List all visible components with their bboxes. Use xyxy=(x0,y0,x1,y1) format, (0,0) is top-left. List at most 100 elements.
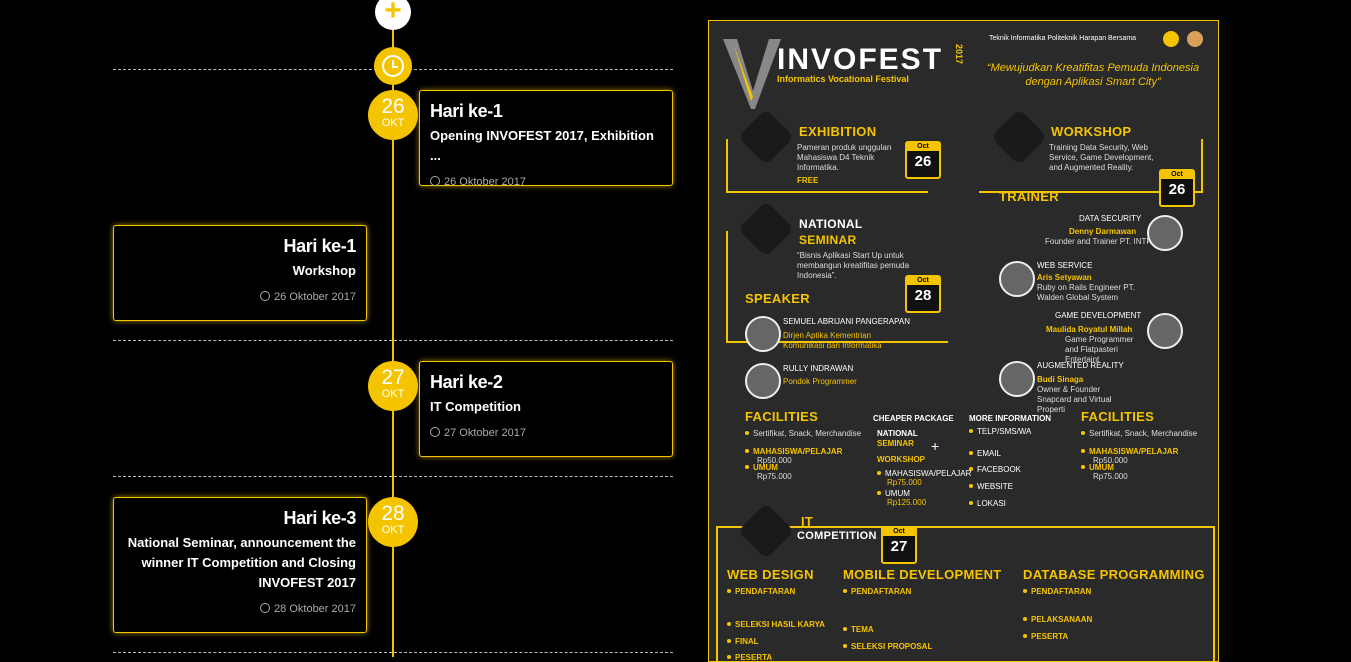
competition-item: PESERTA xyxy=(1023,632,1068,642)
facility-price: Rp75.000 xyxy=(1093,472,1128,481)
trainer-role: Ruby on Rails Engineer PT. Walden Global… xyxy=(1037,283,1135,302)
date-day: 27 xyxy=(381,366,405,389)
speaker-avatar xyxy=(745,316,781,352)
plus-icon[interactable]: + xyxy=(375,0,411,30)
it-title-2: COMPETITION xyxy=(797,530,877,542)
workshop-text: Training Data Security, Web Service, Gam… xyxy=(1049,143,1154,172)
facility-item: Sertifikat, Snack, Merchandise xyxy=(1081,429,1197,439)
seminar-title-1: NATIONAL xyxy=(799,217,863,231)
facility-price: Rp75.000 xyxy=(757,472,792,481)
divider xyxy=(113,340,673,341)
competition-title: DATABASE PROGRAMMING xyxy=(1023,567,1205,582)
speaker-avatar xyxy=(745,363,781,399)
package-plus: + xyxy=(931,438,940,454)
trainer-name: Denny Darmawan xyxy=(1069,227,1137,236)
it-title-1: IT xyxy=(801,514,814,529)
trainer-role: Founder and Trainer PT. INTRA xyxy=(1045,237,1158,246)
date-month: OKT xyxy=(381,388,405,400)
trainer-avatar xyxy=(1147,215,1183,251)
package-line: NATIONAL xyxy=(877,429,918,438)
trainer-topic: GAME DEVELOPMENT xyxy=(1055,311,1142,320)
package-price: Rp75.000 xyxy=(887,478,922,487)
date-month: OKT xyxy=(381,524,405,536)
info-title: MORE INFORMATION xyxy=(969,414,1052,423)
trainer-name: Aris Setyawan xyxy=(1037,273,1092,282)
card-date: 27 Oktober 2017 xyxy=(430,427,662,439)
info-item: LOKASI xyxy=(969,499,1006,509)
date-day: 26 xyxy=(381,95,405,118)
divider xyxy=(113,476,673,477)
trainer-avatar xyxy=(1147,313,1183,349)
card-date: 26 Oktober 2017 xyxy=(124,291,356,303)
card-title: Hari ke-1 xyxy=(283,236,357,256)
info-item: TELP/SMS/WA xyxy=(969,427,1031,437)
trainer-topic: AUGMENTED REALITY xyxy=(1037,361,1124,370)
exhibition-text: Pameran produk unggulan Mahasiswa D4 Tek… xyxy=(797,143,892,172)
package-title: CHEAPER PACKAGE xyxy=(873,414,954,423)
clock-icon xyxy=(374,47,412,85)
logo-title: INVOFEST xyxy=(777,43,944,76)
card-title: Hari ke-3 xyxy=(283,508,357,528)
competition-item: SELEKSI HASIL KARYA xyxy=(727,620,825,630)
card-title: Hari ke-2 xyxy=(430,372,503,392)
date-badge: 28 OKT xyxy=(368,497,418,547)
calendar-icon: Oct 27 xyxy=(881,526,917,564)
trainer-topic: DATA SECURITY xyxy=(1079,214,1142,223)
clock-icon xyxy=(430,176,440,186)
card-date: 28 Oktober 2017 xyxy=(124,603,356,615)
trainer-topic: WEB SERVICE xyxy=(1037,261,1093,270)
facilities-title: FACILITIES xyxy=(1081,409,1155,424)
timeline-card[interactable]: Hari ke-2 IT Competition 27 Oktober 2017 xyxy=(419,361,673,457)
competition-item: PESERTA xyxy=(727,653,772,661)
trainer-avatar xyxy=(999,361,1035,397)
competition-item: PELAKSANAAN xyxy=(1023,615,1092,625)
logo-subtitle: Informatics Vocational Festival xyxy=(777,74,909,84)
org-name: Teknik Informatika Politeknik Harapan Be… xyxy=(989,35,1137,42)
package-price: Rp125.000 xyxy=(887,498,927,507)
card-date: 26 Oktober 2017 xyxy=(430,176,662,188)
calendar-icon: Oct 28 xyxy=(905,275,941,313)
trainer-name: Maulida Royatul Millah xyxy=(1046,325,1133,334)
clock-icon xyxy=(430,427,440,437)
seminar-title-2: SEMINAR xyxy=(799,233,857,247)
divider xyxy=(113,652,673,653)
competition-item: TEMA xyxy=(843,625,874,635)
competition-item: FINAL xyxy=(727,637,759,647)
speaker-role: Pondok Programmer xyxy=(783,377,857,386)
trainer-title: TRAINER xyxy=(999,189,1059,204)
exhibition-title: EXHIBITION xyxy=(799,124,877,139)
speaker-title: SPEAKER xyxy=(745,291,810,306)
competition-item: PENDAFTARAN xyxy=(843,587,911,597)
poster-logo xyxy=(723,29,783,114)
competition-title: MOBILE DEVELOPMENT xyxy=(843,567,1002,582)
trainer-name: Budi Sinaga xyxy=(1037,375,1084,384)
calendar-icon: Oct 26 xyxy=(905,141,941,179)
competition-item: PENDAFTARAN xyxy=(1023,587,1091,597)
card-title: Hari ke-1 xyxy=(430,101,503,121)
timeline-card[interactable]: Hari ke-1 Workshop 26 Oktober 2017 xyxy=(113,225,367,321)
timeline-card[interactable]: Hari ke-1 Opening INVOFEST 2017, Exhibit… xyxy=(419,90,673,188)
speaker-role: Dirjen Aptika Kementrian Komunikasi dan … xyxy=(783,331,882,350)
facilities-title: FACILITIES xyxy=(745,409,819,424)
logo-v-icon xyxy=(723,39,781,109)
speaker-name: SEMUEL ABRIJANI PANGERAPAN xyxy=(783,317,910,326)
trainer-avatar xyxy=(999,261,1035,297)
clock-icon xyxy=(260,291,271,301)
event-poster[interactable]: INVOFEST 2017 Informatics Vocational Fes… xyxy=(708,20,1219,662)
facility-item: Sertifikat, Snack, Merchandise xyxy=(745,429,861,439)
competition-title: WEB DESIGN xyxy=(727,567,814,582)
timeline-card[interactable]: Hari ke-3 National Seminar, announcement… xyxy=(113,497,367,633)
card-subtitle: Opening INVOFEST 2017, Exhibition ... xyxy=(430,128,654,163)
info-item: WEBSITE xyxy=(969,482,1013,492)
campus-logo-icon xyxy=(1187,31,1203,47)
org-logo-icon xyxy=(1163,31,1179,47)
calendar-icon: Oct 26 xyxy=(1159,169,1195,207)
competition-item: SELEKSI PROPOSAL xyxy=(843,642,932,652)
package-line: SEMINAR xyxy=(877,439,914,448)
workshop-title: WORKSHOP xyxy=(1051,124,1132,139)
clock-icon xyxy=(260,603,271,613)
info-item: EMAIL xyxy=(969,449,1001,459)
info-item: FACEBOOK xyxy=(969,465,1021,475)
package-line: WORKSHOP xyxy=(877,455,925,464)
exhibition-free: FREE xyxy=(797,176,819,185)
